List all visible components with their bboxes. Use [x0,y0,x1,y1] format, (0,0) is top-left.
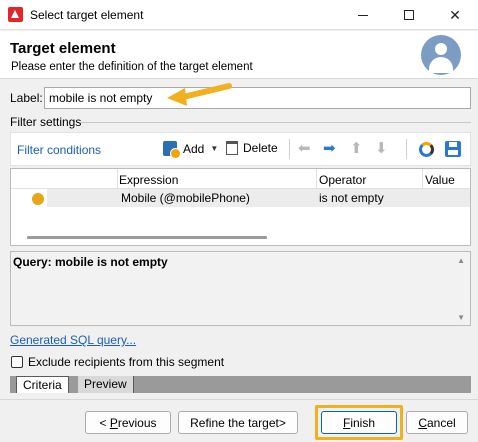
section-divider [80,122,471,123]
generated-sql-link[interactable]: Generated SQL query... [10,333,136,347]
page-subtitle: Please enter the definition of the targe… [11,61,253,73]
arrow-right-icon[interactable]: ➡ [323,141,336,157]
column-operator[interactable]: Operator [319,173,366,187]
previous-button[interactable]: < Previous [85,411,171,434]
column-expression[interactable]: Expression [119,173,178,187]
distribution-chart-icon[interactable] [419,142,434,157]
scroll-up-icon[interactable]: ▲ [457,256,465,265]
filter-toolbar: Filter conditions Add ▼ Delete ⬅ ➡ ⬆ ⬇ [10,132,471,166]
arrow-left-icon[interactable]: ⬅ [298,141,311,157]
toolbar-separator [406,139,407,159]
maximize-button[interactable] [386,0,432,30]
exclude-recipients-label: Exclude recipients from this segment [28,355,225,369]
finish-highlight-frame [315,405,403,440]
add-label: Add [183,141,205,156]
delete-label: Delete [243,141,278,155]
status-dot-icon [32,193,44,205]
tab-criteria[interactable]: Criteria [16,376,69,393]
minimize-icon [358,14,368,16]
tab-bar: Criteria Preview [10,376,471,393]
save-icon[interactable] [445,141,461,157]
add-condition-icon [163,141,181,159]
table-row[interactable]: Mobile (@mobilePhone) is not empty [47,189,470,207]
column-value[interactable]: Value [425,173,455,187]
row-operator: is not empty [319,191,384,205]
footer-divider [0,399,478,400]
tab-preview[interactable]: Preview [78,376,134,393]
conditions-grid: Expression Operator Value Mobile (@mobil… [10,168,471,246]
add-button[interactable]: Add ▼ [163,141,218,159]
label-field-label: Label: [10,91,43,105]
dialog-header: Target element Please enter the definiti… [0,31,478,79]
annotation-arrow-icon [167,83,232,106]
page-title: Target element [10,40,116,57]
label-input[interactable] [44,87,471,109]
row-expression: Mobile (@mobilePhone) [121,191,250,205]
cancel-button[interactable]: Cancel [406,411,468,434]
minimize-button[interactable] [340,0,386,30]
chevron-down-icon[interactable]: ▼ [210,144,218,153]
app-logo-icon [8,7,23,22]
query-panel: Query: mobile is not empty ▲ ▼ [10,251,471,326]
toolbar-separator [289,139,290,159]
filter-settings-label: Filter settings [10,115,82,129]
scroll-down-icon[interactable]: ▼ [457,313,465,322]
maximize-icon [404,10,414,20]
delete-button[interactable]: Delete [226,141,278,155]
title-bar: Select target element ✕ [0,0,478,30]
arrow-up-icon[interactable]: ⬆ [350,141,363,157]
trash-icon [226,141,238,155]
filter-conditions-link[interactable]: Filter conditions [17,143,101,157]
close-icon: ✕ [449,6,461,23]
close-button[interactable]: ✕ [432,0,478,30]
window-title: Select target element [30,8,144,22]
arrow-down-icon[interactable]: ⬇ [375,141,388,157]
refine-target-button[interactable]: Refine the target> [178,411,298,434]
horizontal-scrollbar[interactable] [27,236,267,239]
query-text: Query: mobile is not empty [13,255,168,269]
exclude-recipients-checkbox[interactable] [11,356,23,368]
user-avatar-icon [421,35,461,75]
grid-header: Expression Operator Value [11,169,470,189]
